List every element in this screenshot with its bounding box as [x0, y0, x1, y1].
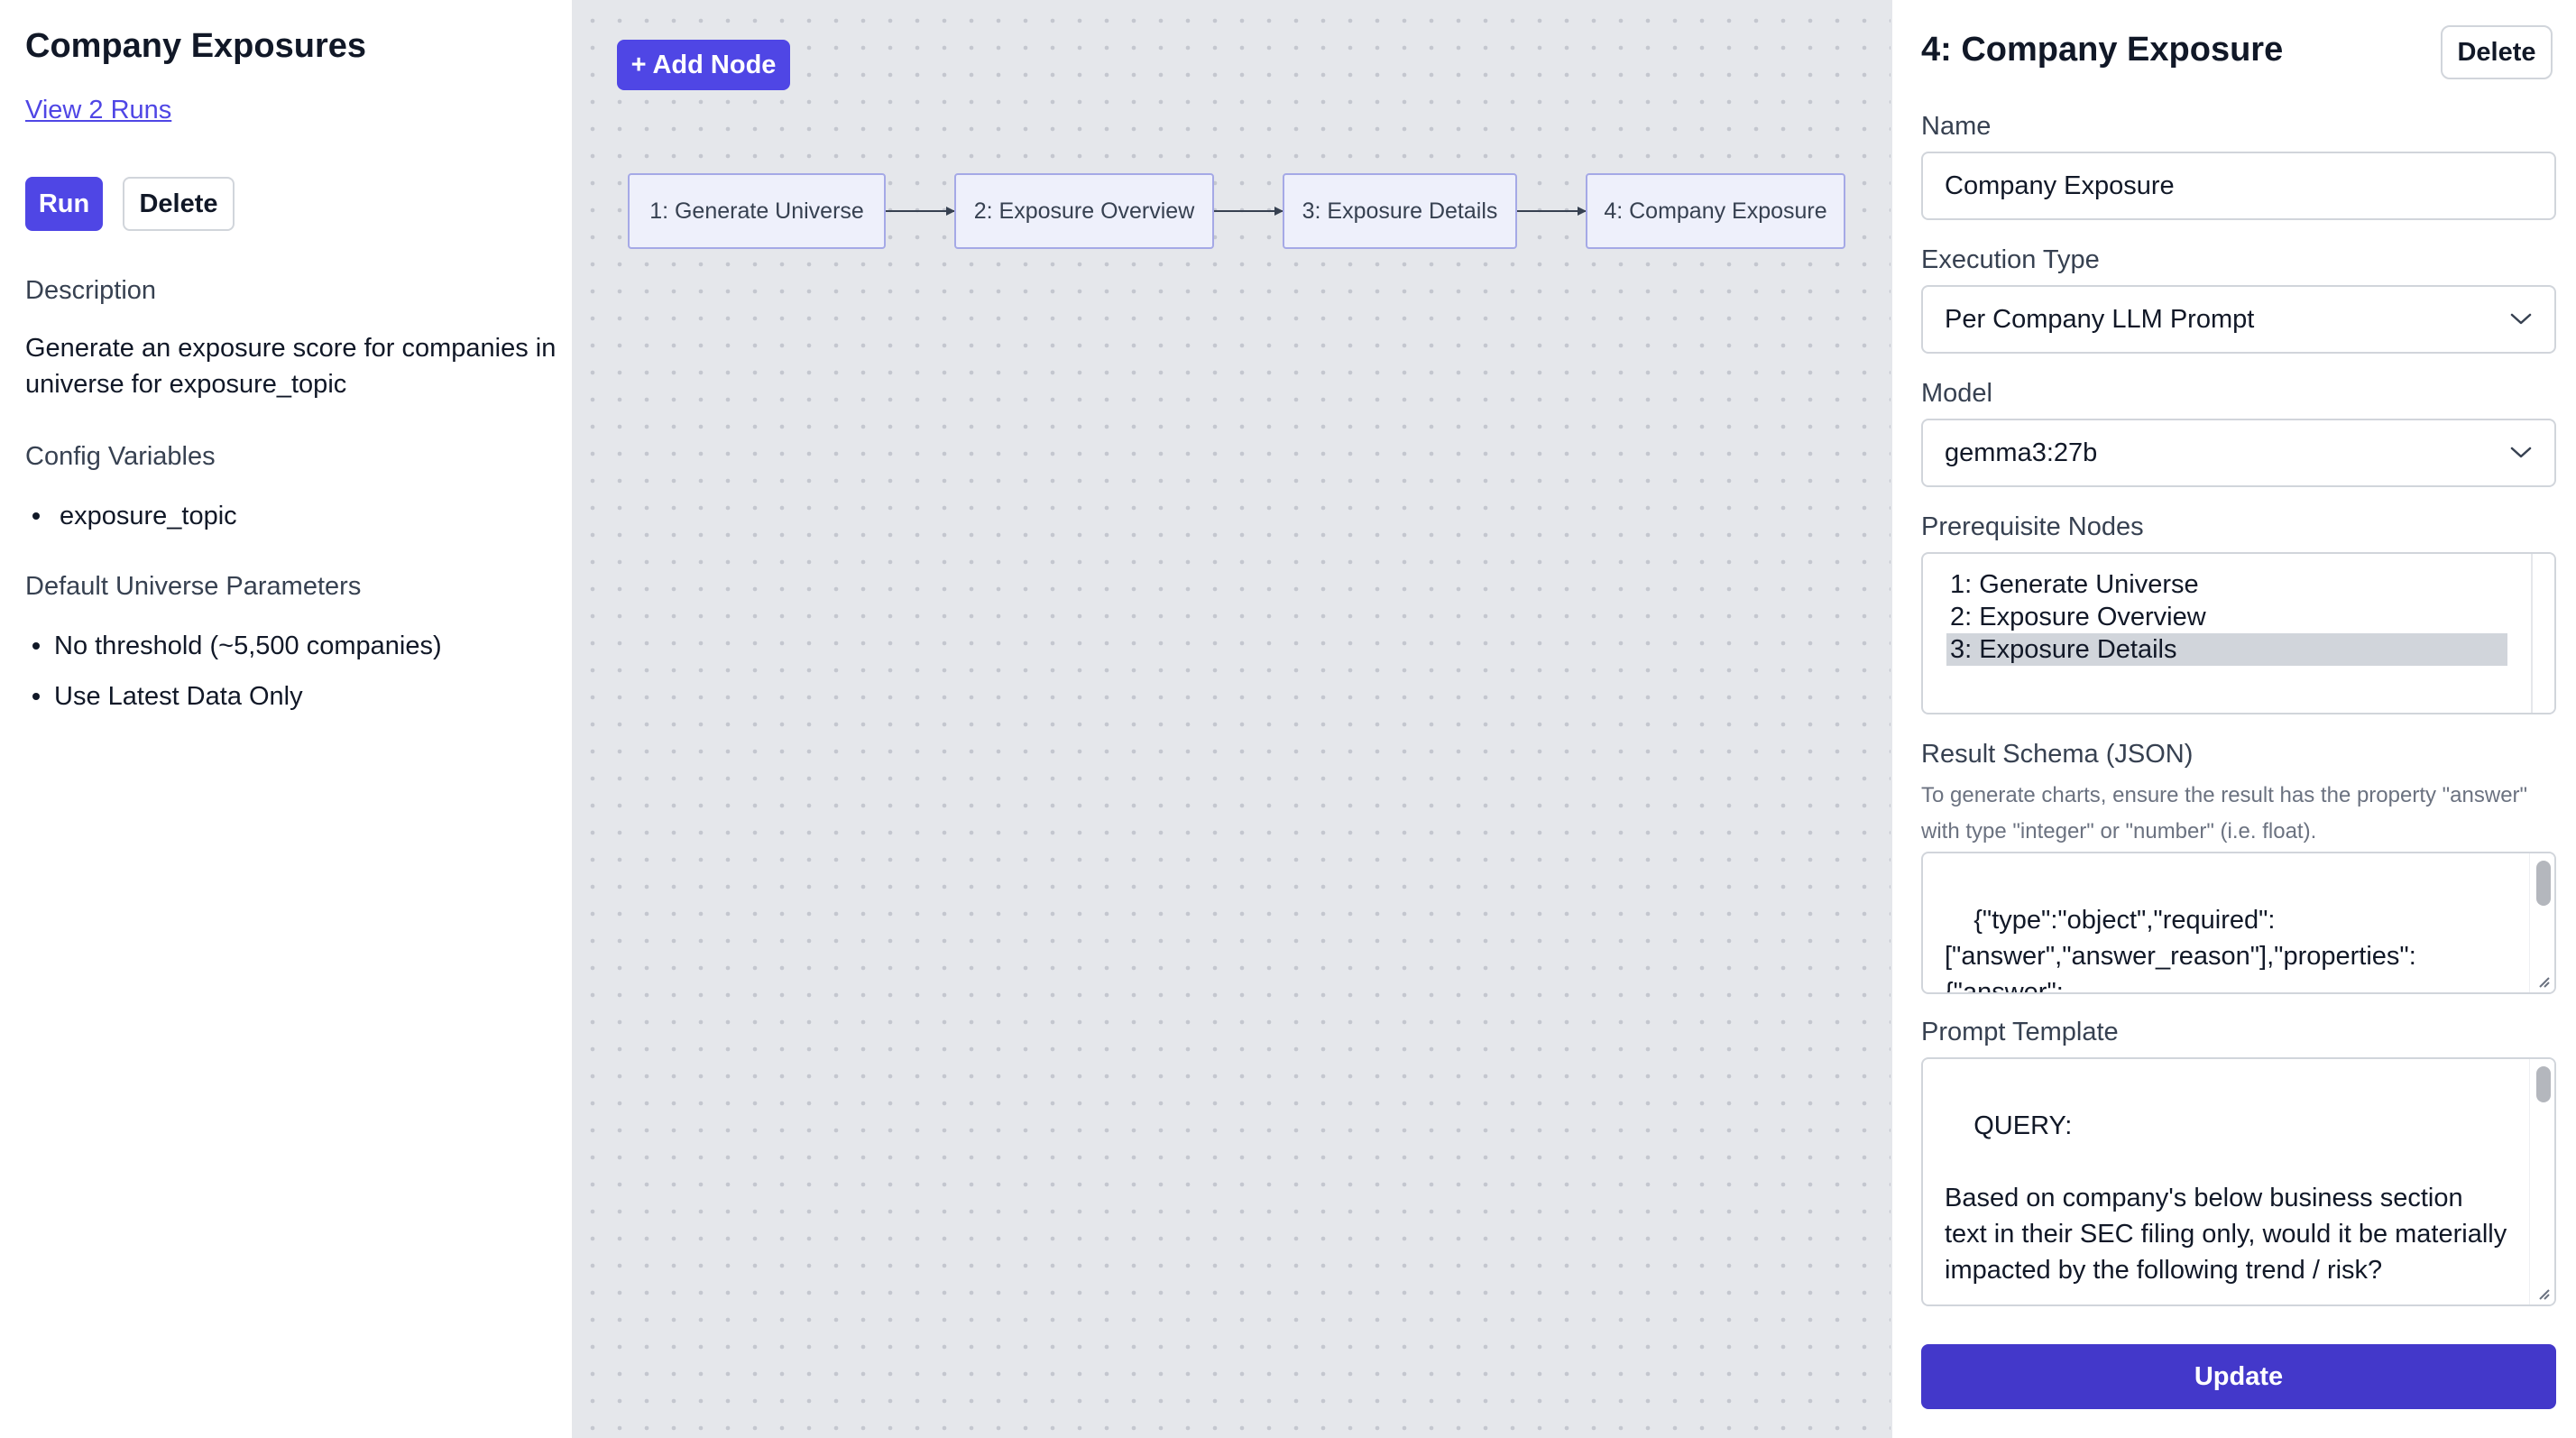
node-exposure-details[interactable]: 3: Exposure Details — [1283, 173, 1517, 249]
bullet-icon — [32, 512, 40, 520]
result-schema-help: To generate charts, ensure the result ha… — [1921, 783, 2528, 843]
bullet-icon — [32, 693, 40, 700]
result-schema-value: {"type":"object","required": ["answer","… — [1945, 906, 2416, 994]
scrollbar-thumb[interactable] — [2536, 1066, 2551, 1102]
prerequisite-nodes-label: Prerequisite Nodes — [1921, 512, 2144, 541]
delete-workflow-button[interactable]: Delete — [123, 177, 235, 231]
chevron-down-icon — [2510, 447, 2532, 458]
model-select[interactable]: gemma3:27b — [1921, 419, 2556, 487]
name-input[interactable]: Company Exposure — [1921, 152, 2556, 220]
node-editor-title: 4: Company Exposure — [1921, 31, 2284, 69]
node-exposure-overview[interactable]: 2: Exposure Overview — [954, 173, 1214, 249]
universe-params-list: No threshold (~5,500 companies) Use Late… — [25, 621, 442, 722]
config-variable: exposure_topic — [60, 501, 237, 530]
scrollbar-thumb[interactable] — [2536, 861, 2551, 906]
scrollbar[interactable] — [2531, 554, 2554, 713]
bullet-icon — [32, 642, 40, 650]
resize-handle-icon[interactable] — [2535, 1285, 2551, 1301]
prompt-template-value: QUERY: Based on company's below business… — [1945, 1111, 2507, 1285]
description-text: Generate an exposure score for companies… — [25, 334, 557, 399]
node-company-exposure[interactable]: 4: Company Exposure — [1586, 173, 1845, 249]
prerequisite-nodes-select[interactable]: 1: Generate Universe 2: Exposure Overvie… — [1921, 552, 2556, 714]
prompt-template-label: Prompt Template — [1921, 1018, 2119, 1046]
node-generate-universe[interactable]: 1: Generate Universe — [628, 173, 886, 249]
update-button[interactable]: Update — [1921, 1344, 2556, 1409]
scrollbar[interactable] — [2529, 1059, 2554, 1304]
name-input-value: Company Exposure — [1945, 171, 2175, 200]
add-node-button[interactable]: + Add Node — [617, 40, 790, 90]
result-schema-textarea[interactable]: {"type":"object","required": ["answer","… — [1921, 852, 2556, 994]
prompt-template-textarea[interactable]: QUERY: Based on company's below business… — [1921, 1057, 2556, 1306]
execution-type-value: Per Company LLM Prompt — [1945, 304, 2255, 334]
run-button[interactable]: Run — [25, 177, 103, 231]
config-variables-list: exposure_topic — [25, 491, 237, 541]
execution-type-select[interactable]: Per Company LLM Prompt — [1921, 285, 2556, 354]
config-variables-heading: Config Variables — [25, 442, 216, 471]
list-item: No threshold (~5,500 companies) — [25, 621, 442, 671]
universe-param: Use Latest Data Only — [54, 681, 303, 711]
delete-node-button[interactable]: Delete — [2441, 25, 2553, 79]
workflow-title: Company Exposures — [25, 27, 366, 65]
prerequisite-option[interactable]: 1: Generate Universe — [1946, 568, 2507, 601]
view-runs-link[interactable]: View 2 Runs — [25, 96, 171, 125]
universe-params-heading: Default Universe Parameters — [25, 572, 362, 601]
model-label: Model — [1921, 379, 1992, 408]
workflow-panel: Company Exposures View 2 Runs Run Delete… — [0, 0, 574, 1438]
workflow-canvas[interactable]: + Add Node 1: Generate Universe 2: Expos… — [574, 0, 1891, 1438]
resize-handle-icon[interactable] — [2535, 972, 2551, 989]
chevron-down-icon — [2510, 313, 2532, 325]
scrollbar[interactable] — [2529, 853, 2554, 992]
list-item: Use Latest Data Only — [25, 671, 442, 722]
universe-param: No threshold (~5,500 companies) — [54, 631, 442, 660]
list-item: exposure_topic — [25, 491, 237, 541]
node-editor-panel: 4: Company Exposure Delete Name Company … — [1891, 0, 2576, 1438]
prerequisite-option-selected[interactable]: 3: Exposure Details — [1946, 633, 2507, 666]
description-heading: Description — [25, 276, 157, 305]
execution-type-label: Execution Type — [1921, 245, 2100, 274]
name-label: Name — [1921, 112, 1992, 141]
model-value: gemma3:27b — [1945, 438, 2098, 467]
prerequisite-option[interactable]: 2: Exposure Overview — [1946, 601, 2507, 633]
result-schema-label: Result Schema (JSON) — [1921, 740, 2194, 769]
